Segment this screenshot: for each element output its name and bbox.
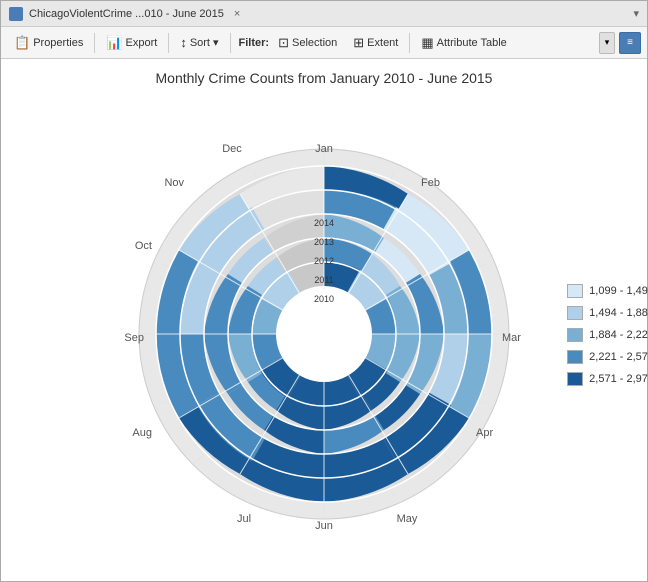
sort-button[interactable]: ↕ Sort ▾	[173, 32, 225, 53]
legend-item-4: 2,221 - 2,571	[567, 350, 648, 364]
toolbar-right: ▾ ≡	[599, 32, 641, 54]
svg-text:May: May	[397, 513, 418, 525]
legend-item-1: 1,099 - 1,494	[567, 284, 648, 298]
export-label: Export	[126, 37, 158, 49]
selection-button[interactable]: ⊡ Selection	[271, 32, 344, 54]
legend-color-1	[567, 284, 583, 298]
svg-text:2014: 2014	[314, 218, 334, 228]
selection-icon: ⊡	[278, 35, 289, 51]
window-title: ChicagoViolentCrime ...010 - June 2015	[29, 8, 224, 20]
separator-4	[409, 33, 410, 53]
sort-dropdown-icon: ▾	[213, 36, 219, 49]
attribute-table-label: Attribute Table	[437, 37, 507, 49]
svg-text:Jan: Jan	[315, 143, 333, 155]
legend-label-2: 1,494 - 1,884	[589, 307, 648, 319]
legend-color-4	[567, 350, 583, 364]
svg-text:Feb: Feb	[421, 177, 440, 189]
svg-text:2012: 2012	[314, 256, 334, 266]
legend-label-5: 2,571 - 2,975	[589, 373, 648, 385]
legend-label-4: 2,221 - 2,571	[589, 351, 648, 363]
selection-label: Selection	[292, 37, 337, 49]
close-button[interactable]: ×	[230, 8, 244, 20]
app-icon	[9, 7, 23, 21]
svg-text:Oct: Oct	[135, 240, 152, 252]
sort-label: Sort	[190, 37, 210, 49]
legend-label-1: 1,099 - 1,494	[589, 285, 648, 297]
legend-item-5: 2,571 - 2,975	[567, 372, 648, 386]
svg-text:Mar: Mar	[502, 332, 521, 344]
table-icon: ▦	[421, 35, 433, 51]
title-bar: ChicagoViolentCrime ...010 - June 2015 ×…	[1, 1, 647, 27]
legend-color-2	[567, 306, 583, 320]
expand-icon[interactable]: ▾	[633, 7, 639, 20]
attribute-table-button[interactable]: ▦ Attribute Table	[414, 32, 513, 54]
properties-button[interactable]: 📋 Properties	[7, 32, 90, 54]
toolbar-dropdown-button[interactable]: ▾	[599, 32, 615, 54]
svg-text:2013: 2013	[314, 237, 334, 247]
polar-chart-wrapper: 2014 2013 2012 2011 2010 Jan Feb Mar Apr…	[124, 134, 524, 537]
properties-label: Properties	[33, 37, 83, 49]
separator-3	[230, 33, 231, 53]
chart-svg: 2014 2013 2012 2011 2010 Jan Feb Mar Apr…	[124, 134, 524, 534]
svg-text:Nov: Nov	[164, 177, 184, 189]
svg-text:Sep: Sep	[124, 332, 144, 344]
extent-button[interactable]: ⊞ Extent	[346, 32, 405, 54]
svg-text:2010: 2010	[314, 294, 334, 304]
legend-color-5	[567, 372, 583, 386]
app-window: ChicagoViolentCrime ...010 - June 2015 ×…	[0, 0, 648, 582]
svg-text:2011: 2011	[314, 275, 333, 285]
legend-item-3: 1,884 - 2,221	[567, 328, 648, 342]
legend-color-3	[567, 328, 583, 342]
extent-icon: ⊞	[353, 35, 364, 51]
chart-area: Monthly Crime Counts from January 2010 -…	[1, 59, 647, 581]
svg-text:Aug: Aug	[132, 427, 152, 439]
extent-label: Extent	[367, 37, 398, 49]
sort-icon: ↕	[180, 35, 187, 50]
menu-icon: ≡	[627, 37, 633, 48]
properties-icon: 📋	[14, 35, 30, 51]
chart-legend: 1,099 - 1,494 1,494 - 1,884 1,884 - 2,22…	[567, 284, 648, 386]
legend-item-2: 1,494 - 1,884	[567, 306, 648, 320]
toolbar-menu-button[interactable]: ≡	[619, 32, 641, 54]
separator-2	[168, 33, 169, 53]
svg-text:Jul: Jul	[237, 513, 251, 525]
title-bar-left: ChicagoViolentCrime ...010 - June 2015 ×	[9, 7, 244, 21]
export-icon: 📊	[106, 35, 122, 51]
filter-label: Filter:	[239, 37, 270, 49]
legend-label-3: 1,884 - 2,221	[589, 329, 648, 341]
svg-text:Apr: Apr	[476, 427, 493, 439]
svg-text:Jun: Jun	[315, 520, 333, 532]
chart-container: Monthly Crime Counts from January 2010 -…	[34, 70, 614, 570]
export-button[interactable]: 📊 Export	[99, 32, 164, 54]
chart-title: Monthly Crime Counts from January 2010 -…	[34, 70, 614, 86]
toolbar: 📋 Properties 📊 Export ↕ Sort ▾ Filter: ⊡…	[1, 27, 647, 59]
svg-text:Dec: Dec	[222, 143, 242, 155]
chart-body: 2014 2013 2012 2011 2010 Jan Feb Mar Apr…	[34, 100, 614, 570]
separator-1	[94, 33, 95, 53]
